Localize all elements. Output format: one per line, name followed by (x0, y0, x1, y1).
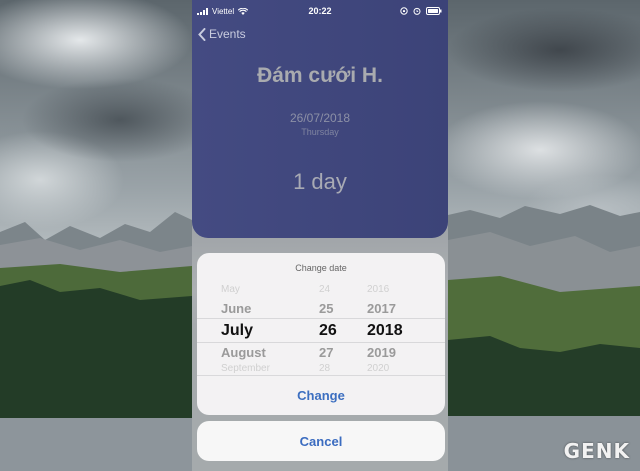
picker-day-selected: 26 (319, 322, 337, 339)
event-date: 26/07/2018 (289, 111, 351, 125)
event-title: Đám cưới H. (257, 64, 383, 87)
picker-year: 2019 (367, 345, 396, 360)
countdown-text: 1 day (293, 169, 347, 194)
picker-month: June (221, 301, 252, 316)
event-card: Viettel 20:22 Events Đám cưới H. 26/07/2… (192, 0, 448, 238)
picker-month: September (221, 363, 270, 374)
picker-month-selected: July (221, 322, 254, 339)
cancel-button[interactable]: Cancel (197, 421, 445, 461)
picker-year: 2016 (367, 284, 390, 295)
picker-row[interactable]: August 27 2019 (197, 345, 445, 365)
change-button[interactable]: Change (197, 376, 445, 415)
back-button[interactable]: Events (198, 27, 246, 41)
picker-month: May (221, 284, 240, 295)
picker-day: 28 (319, 363, 331, 374)
event-weekday: Thursday (301, 127, 339, 137)
status-bar: Viettel 20:22 (192, 0, 448, 22)
picker-month: August (221, 345, 266, 360)
picker-year: 2017 (367, 301, 396, 316)
back-button-label: Events (209, 27, 246, 41)
battery-icon (426, 7, 442, 15)
picker-selection-top-line (197, 318, 445, 319)
genk-logo: GENK (564, 439, 630, 463)
picker-day: 24 (319, 284, 331, 295)
picker-row-selected[interactable]: July 26 2018 (197, 322, 445, 342)
orientation-lock-icon (400, 7, 408, 15)
chevron-left-icon (198, 27, 206, 41)
picker-day: 27 (319, 345, 334, 360)
sheet-title: Change date (295, 263, 347, 273)
logo-text: GENK (563, 439, 630, 463)
picker-year: 2020 (367, 363, 390, 374)
change-date-sheet: Change date May 24 2016 June 25 2017 Jul… (197, 253, 445, 415)
picker-day: 25 (319, 301, 334, 316)
picker-selection-bottom-line (197, 342, 445, 343)
picker-year-selected: 2018 (367, 322, 403, 339)
alarm-icon (413, 7, 421, 15)
